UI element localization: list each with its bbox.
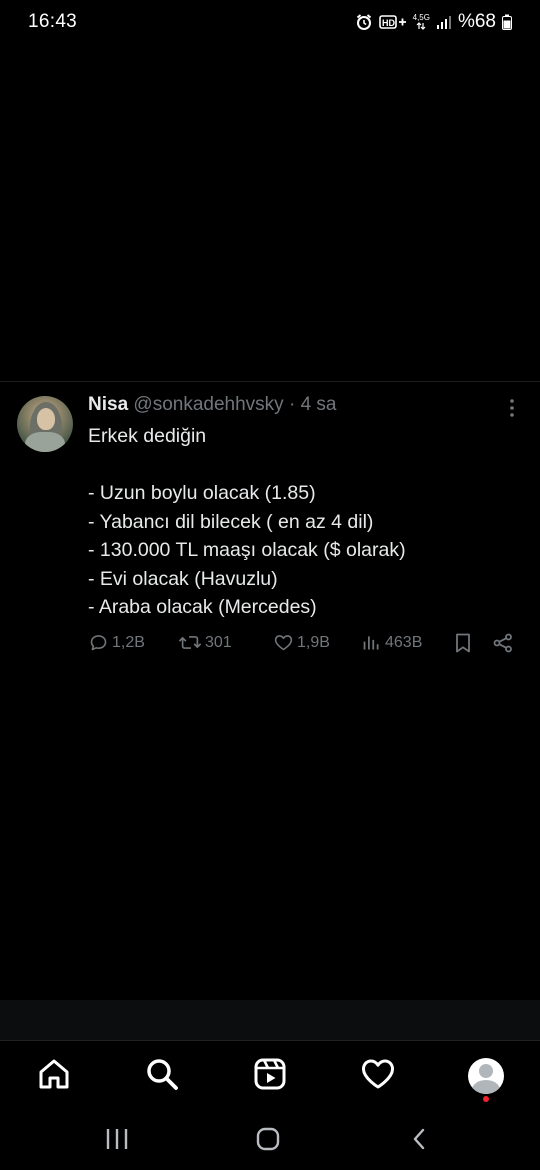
tweet-line: - Uzun boylu olacak (1.85) <box>88 482 316 504</box>
retweet-icon <box>178 632 202 653</box>
home-icon <box>36 1056 72 1097</box>
status-bar: 16:43 HD 4,5G %68 <box>0 0 540 44</box>
battery-icon <box>502 14 512 30</box>
tweet-line: - Yabancı dil bilecek ( en az 4 dil) <box>88 510 374 533</box>
bookmark-icon <box>453 632 473 654</box>
reply-count: 1,2B <box>112 633 145 651</box>
home-button[interactable] <box>248 1121 288 1161</box>
notification-dot <box>483 1096 489 1102</box>
like-count: 1,9B <box>297 633 330 651</box>
views-icon <box>361 632 382 653</box>
tweet-line: - 130.000 TL maaşı olacak ($ olarak) <box>88 539 406 561</box>
search-icon <box>144 1056 180 1097</box>
nav-profile[interactable] <box>466 1056 506 1096</box>
tweet-line: Erkek dediğin <box>88 425 207 447</box>
heart-icon <box>273 632 294 653</box>
share-button[interactable] <box>492 632 514 654</box>
alarm-icon <box>355 13 373 31</box>
tweet-actions: 1,2B 301 1,9B 463B <box>88 632 518 656</box>
tweet-header: Nisa @sonkadehhvsky · 4 sa <box>88 394 337 416</box>
separator-dot: · <box>288 394 296 415</box>
bottom-nav <box>0 1041 540 1111</box>
author-handle[interactable]: @sonkadehhvsky <box>133 394 283 415</box>
views-button[interactable]: 463B <box>361 632 422 653</box>
svg-text:HD: HD <box>382 18 395 28</box>
more-options-icon[interactable] <box>500 396 524 420</box>
status-time: 16:43 <box>28 11 78 32</box>
home-circle-icon <box>255 1126 281 1157</box>
reels-icon <box>252 1056 288 1097</box>
avatar-face <box>37 408 55 430</box>
retweet-count: 301 <box>205 633 232 651</box>
bookmark-button[interactable] <box>453 632 473 654</box>
nav-reels[interactable] <box>250 1056 290 1096</box>
profile-avatar <box>468 1058 504 1094</box>
views-count: 463B <box>385 633 423 651</box>
nav-notifications[interactable] <box>358 1056 398 1096</box>
hd-plus-icon: HD <box>378 14 407 30</box>
nav-home[interactable] <box>34 1056 74 1096</box>
avatar-shoulders <box>472 1080 500 1094</box>
recent-apps-button[interactable] <box>97 1121 137 1161</box>
battery-percent: %68 <box>457 11 496 32</box>
tweet-time[interactable]: 4 sa <box>301 394 337 415</box>
avatar-body <box>25 432 65 452</box>
author-avatar[interactable] <box>17 396 73 452</box>
back-icon <box>408 1127 432 1156</box>
tweet-line: - Araba olacak (Mercedes) <box>88 596 317 618</box>
avatar-head <box>479 1064 493 1078</box>
author-name[interactable]: Nisa <box>88 394 128 415</box>
network-label: 4,5G <box>412 13 430 22</box>
network-type: 4,5G <box>413 14 430 30</box>
recent-apps-icon <box>104 1127 130 1156</box>
tweet-text: Erkek dediğin - Uzun boylu olacak (1.85)… <box>88 422 518 622</box>
system-nav-bar <box>0 1111 540 1170</box>
nav-search[interactable] <box>142 1056 182 1096</box>
status-icons: HD 4,5G %68 <box>355 11 512 33</box>
signal-icon <box>436 14 452 30</box>
retweet-button[interactable]: 301 <box>178 632 232 653</box>
heart-icon <box>360 1056 396 1097</box>
tweet-line: - Evi olacak (Havuzlu) <box>88 567 278 590</box>
back-button[interactable] <box>400 1121 440 1161</box>
nav-top-band <box>0 1000 540 1040</box>
reply-button[interactable]: 1,2B <box>88 632 145 653</box>
like-button[interactable]: 1,9B <box>273 632 330 653</box>
screen: 16:43 HD 4,5G %68 Nisa @sonkadehhvsky · … <box>0 0 540 1170</box>
share-icon <box>492 632 514 654</box>
reply-icon <box>88 632 109 653</box>
tweet[interactable]: Nisa @sonkadehhvsky · 4 sa Erkek dediğin… <box>0 382 540 672</box>
